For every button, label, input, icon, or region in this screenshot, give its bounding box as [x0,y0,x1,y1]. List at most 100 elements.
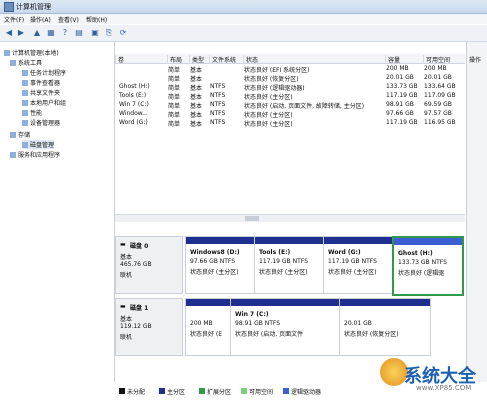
table-row[interactable]: 简单 基本 状态良好 (恢复分区) 20.01 GB 20.01 GB [115,74,465,83]
col-type[interactable]: 类型 [189,55,204,64]
partition-name: Tools (E:) [259,249,291,256]
partition-color-bar [324,237,392,244]
tree-item-local-users[interactable]: 本地用户和组 [22,98,66,107]
table-row[interactable]: Word (G:) 简单 基本 NTFS 状态良好 (主分区) 117.19 G… [115,119,465,128]
cell-capacity: 97.66 GB [386,110,414,117]
back-icon[interactable]: ◀ [4,28,14,38]
scrollbar-thumb[interactable] [245,216,259,221]
table-row[interactable]: 简单 基本 状态良好 (EFI 系统分区) 200 MB 200 MB [115,65,465,74]
help-icon[interactable]: ? [60,28,70,38]
menu-help[interactable]: 帮助(H) [86,15,107,24]
settings-icon[interactable]: ▣ [90,28,100,38]
disk-1-state: 联机 [120,334,133,341]
properties-icon[interactable]: ▤ [74,28,84,38]
cell-capacity: 117.19 GB [386,119,418,126]
disk-0-state: 联机 [120,272,133,279]
tree-item-label: 任务计划程序 [30,70,67,77]
export-icon[interactable]: ⎘ [104,28,114,38]
menu-view[interactable]: 查看(V) [58,15,79,24]
watermark-logo: 系统大全 www.XP85.COM [380,358,480,398]
tree-item-task-scheduler[interactable]: 任务计划程序 [22,68,66,77]
col-free-space[interactable]: 可用空间 [423,55,450,64]
table-row[interactable]: Window... 简单 基本 NTFS 状态良好 (主分区) 97.66 GB… [115,110,465,119]
col-status[interactable]: 状态 [243,55,258,64]
forward-icon[interactable]: ▶ [16,28,26,38]
cell-type: 基本 [190,103,203,110]
tree-item-performance[interactable]: 性能 [22,108,42,117]
cell-status: 状态良好 (逻辑驱动器) [244,85,305,92]
cell-status: 状态良好 (启动, 页面文件, 故障转储, 主分区) [244,103,365,110]
legend-unallocated: 未分配 [127,389,146,396]
partition-color-bar [255,237,323,244]
tree-item-shared-folders[interactable]: 共享文件夹 [22,88,60,97]
refresh-icon[interactable]: ⟳ [118,28,128,38]
tree-item-device-manager[interactable]: 设备管理器 [22,118,60,127]
computer-icon [4,50,10,56]
cell-layout: 简单 [168,121,181,128]
partition-windows8-d[interactable]: Windows8 (D:) 97.66 GB NTFS 状态良好 (主分区) [185,236,255,294]
disk-1-type: 基本 [120,316,133,323]
partition-ghost-h[interactable]: Ghost (H:) 133.73 GB NTFS 状态良好 (逻辑驱 [392,236,464,296]
partition-tools-e[interactable]: Tools (E:) 117.19 GB NTFS 状态良好 (主分区) [254,236,324,294]
legend-swatch-logical [283,388,289,394]
tree-system-tools-label: 系统工具 [18,60,43,67]
cell-volume: Tools (E:) [119,92,147,99]
legend-swatch-extended [199,388,205,394]
cell-type: 基本 [190,121,203,128]
partition-color-bar [340,299,430,306]
cell-capacity: 20.01 GB [386,74,414,81]
horizontal-scrollbar[interactable] [115,214,465,222]
cell-status: 状态良好 (主分区) [244,121,293,128]
tree-item-label: 设备管理器 [30,120,61,127]
tree-system-tools[interactable]: 系统工具 [10,58,42,67]
cell-fs: NTFS [210,101,226,108]
action-pane-title: 操作 [469,57,482,64]
legend-primary: 主分区 [167,389,186,396]
table-row[interactable]: Tools (E:) 简单 基本 NTFS 状态良好 (主分区) 117.19 … [115,92,465,101]
tree-root[interactable]: 计算机管理(本地) [4,48,59,57]
col-layout[interactable]: 布局 [167,55,182,64]
partition-size: 20.01 GB [344,320,372,327]
table-row[interactable]: Ghost (H:) 简单 基本 NTFS 状态良好 (逻辑驱动器) 133.7… [115,83,465,92]
cell-volume: Ghost (H:) [119,83,150,90]
partition-status: 状态良好 (恢复分区) [344,331,399,338]
cell-volume: Win 7 (C:) [119,101,149,108]
disk-1-size: 119.12 GB [120,323,152,330]
cell-free: 69.59 GB [424,101,452,108]
tree-storage[interactable]: 存储 [10,130,30,139]
cell-layout: 简单 [168,85,181,92]
cell-capacity: 117.19 GB [386,92,418,99]
partition-status: 状态良好 (E [190,331,223,338]
cell-status: 状态良好 (EFI 系统分区) [244,67,310,74]
partition-status: 状态良好 (主分区) [259,269,308,276]
menu-file[interactable]: 文件(F) [4,15,24,24]
partition-recovery[interactable]: 20.01 GB 状态良好 (恢复分区) [339,298,431,356]
partition-size: 117.19 GB NTFS [328,258,377,265]
disk-0-label[interactable]: ▬ 磁盘 0 基本 465.76 GB 联机 [115,236,183,294]
menu-action[interactable]: 操作(A) [30,15,51,24]
partition-size: 200 MB [190,320,213,327]
disk-1-label[interactable]: ▬ 磁盘 1 基本 119.12 GB 联机 [115,298,183,356]
cell-type: 基本 [190,85,203,92]
col-volume[interactable]: 卷 [115,55,124,64]
up-folder-icon[interactable]: ▲ [32,28,42,38]
volume-table-header: 卷 布局 类型 文件系统 状态 容量 可用空间 [115,54,465,64]
partition-word-g[interactable]: Word (G:) 117.19 GB NTFS 状态良好 (主分区) [323,236,393,294]
partition-status: 状态良好 (主分区) [328,269,377,276]
tree-services-label: 服务和应用程序 [18,152,61,159]
cell-type: 基本 [190,112,203,119]
tree-item-disk-management[interactable]: 磁盘管理 [22,140,55,149]
menu-bar: 文件(F) 操作(A) 查看(V) 帮助(H) [0,14,487,24]
legend-extended: 扩展分区 [207,389,232,396]
table-row[interactable]: Win 7 (C:) 简单 基本 NTFS 状态良好 (启动, 页面文件, 故障… [115,101,465,110]
disk-icon: ▬ [120,241,126,248]
console-tree-icon[interactable]: ▦ [46,28,56,38]
tree-services[interactable]: 服务和应用程序 [10,150,60,159]
partition-efi[interactable]: 200 MB 状态良好 (E [185,298,231,356]
col-filesystem[interactable]: 文件系统 [209,55,236,64]
tree-item-event-viewer[interactable]: 事件查看器 [22,78,60,87]
cell-capacity: 98.91 GB [386,101,414,108]
col-capacity[interactable]: 容量 [385,55,400,64]
partition-win7-c[interactable]: Win 7 (C:) 98.91 GB NTFS 状态良好 (启动, 页面文件 [230,298,340,356]
toolbar: ◀ ▶ ▲ ▦ ? ▤ ▣ ⎘ ⟳ [0,25,487,42]
